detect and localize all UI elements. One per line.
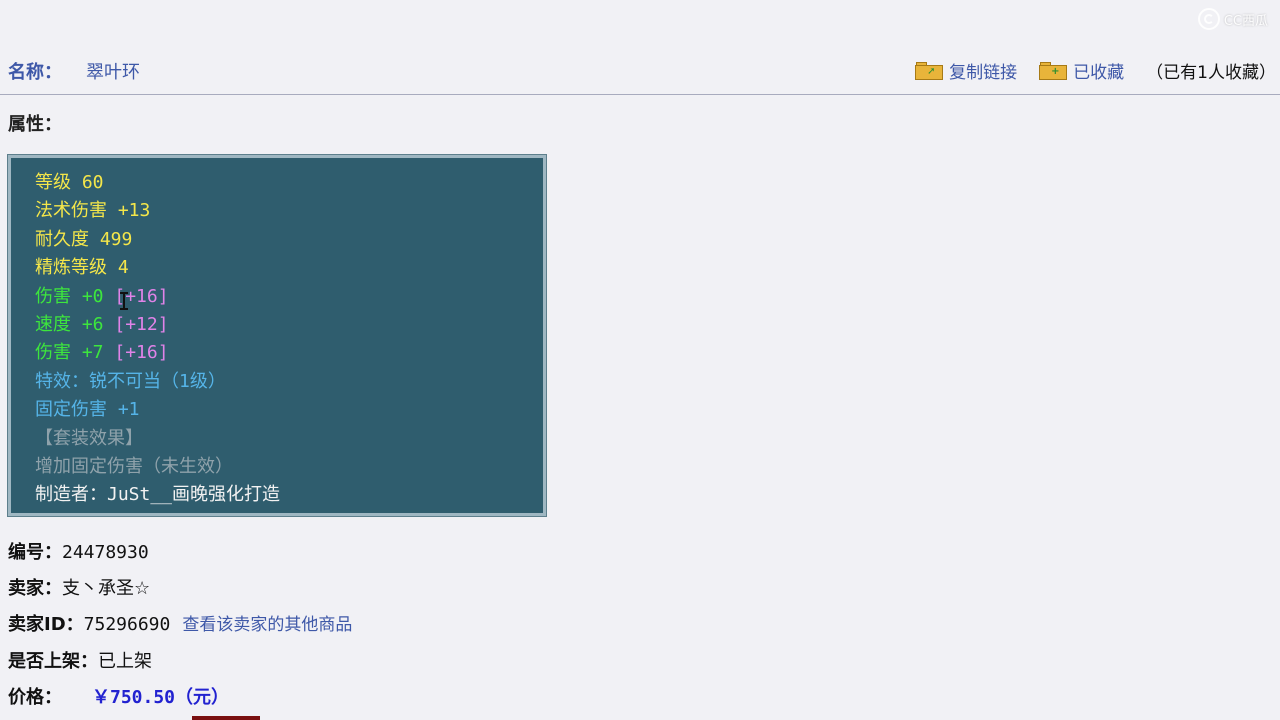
watermark: CC西瓜: [1197, 8, 1268, 30]
item-name: 翠叶环: [86, 62, 140, 83]
stat-line: 法术伤害 +13: [35, 197, 543, 225]
folder-share-icon: ➚: [915, 61, 944, 80]
stat-line: 特效：锐不可当（1级）: [35, 368, 543, 396]
folder-add-icon: +: [1039, 61, 1068, 80]
collected-button[interactable]: + 已收藏: [1039, 58, 1124, 83]
item-header: 名称： 翠叶环 ➚ 复制链接 + 已收藏 （已有1人收藏）: [0, 52, 1280, 95]
watermark-text: CC西瓜: [1223, 13, 1268, 29]
price-label: 价格：: [8, 687, 62, 708]
text-cursor-icon: [120, 292, 128, 310]
stat-text: 伤害 +0: [35, 285, 115, 307]
stat-line: 增加固定伤害（未生效）: [35, 453, 543, 481]
stat-text: 伤害 +7: [35, 342, 115, 364]
stat-text: 精炼等级 4: [35, 257, 129, 279]
stat-line: 制造者：JuSt__画晚强化打造: [35, 481, 543, 509]
listed-label: 是否上架：: [8, 651, 98, 672]
stat-line: 伤害 +7 [+16]: [35, 339, 543, 367]
seller-row: 卖家： 支丶承圣☆: [8, 574, 150, 600]
stat-text: 【套装效果】: [35, 427, 143, 449]
stat-line: 固定伤害 +1: [35, 396, 543, 424]
stat-text: 等级 60: [35, 172, 104, 193]
bottom-button-edge[interactable]: [192, 716, 260, 720]
stat-text: 固定伤害 +1: [35, 399, 140, 421]
price-value: ￥750.50（元）: [92, 687, 230, 708]
item-id-row: 编号： 24478930: [8, 538, 149, 564]
stat-line: 速度 +6 [+12]: [35, 311, 543, 339]
price-row: 价格： ￥750.50（元）: [8, 683, 229, 709]
listed-row: 是否上架： 已上架: [8, 647, 152, 673]
stat-text: 法术伤害 +13: [35, 200, 151, 222]
stat-text: 速度 +6: [35, 313, 115, 335]
stat-text: 特效：锐不可当（1级）: [35, 370, 226, 392]
seller-id-label: 卖家ID：: [8, 614, 84, 635]
header-actions: ➚ 复制链接 + 已收藏 （已有1人收藏）: [915, 58, 1280, 83]
stat-line: 伤害 +0 [+16]: [35, 283, 543, 311]
seller-label: 卖家：: [8, 578, 62, 599]
watermark-logo-icon: [1197, 8, 1220, 30]
collected-label: 已收藏: [1073, 63, 1125, 83]
stat-line: 等级 60: [35, 169, 543, 197]
item-stats-panel: 等级 60 法术伤害 +13 耐久度 499 精炼等级 4 伤害 +0 [+16] 速度 …: [7, 154, 547, 517]
stat-line: 【套装效果】: [35, 425, 543, 453]
seller-name: 支丶承圣☆: [62, 578, 151, 599]
seller-other-items-link[interactable]: 查看该卖家的其他商品: [182, 610, 352, 635]
stat-text: 耐久度 499: [35, 228, 133, 250]
seller-id-value: 75296690: [83, 614, 171, 635]
stat-line: 耐久度 499: [35, 226, 543, 254]
page: CC西瓜 名称： 翠叶环 ➚ 复制链接 + 已收藏 （已有1人收藏） 属性： 等…: [0, 0, 1280, 720]
item-id-value: 24478930: [62, 542, 149, 563]
collect-count-note: （已有1人收藏）: [1146, 63, 1276, 83]
stat-line: 精炼等级 4: [35, 254, 543, 282]
attributes-title: 属性：: [8, 114, 62, 135]
stat-text: 增加固定伤害（未生效）: [35, 455, 233, 477]
stat-bonus: [+12]: [114, 313, 169, 335]
copy-link-label: 复制链接: [949, 63, 1018, 83]
seller-id-row: 卖家ID： 75296690 查看该卖家的其他商品: [8, 610, 352, 636]
copy-link-button[interactable]: ➚ 复制链接: [915, 58, 1017, 83]
stat-bonus: [+16]: [114, 342, 169, 364]
name-label: 名称：: [8, 62, 62, 83]
item-id-label: 编号：: [8, 542, 62, 563]
listed-value: 已上架: [98, 651, 152, 672]
stat-text: 制造者：JuSt__画晚强化打造: [35, 484, 281, 506]
